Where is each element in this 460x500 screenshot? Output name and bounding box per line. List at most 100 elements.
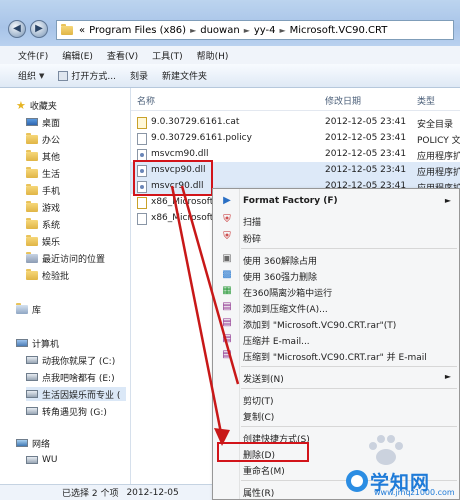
menu-item-shred[interactable]: ⛨ 粉碎: [213, 229, 459, 245]
chevron-right-icon[interactable]: ►: [244, 26, 250, 35]
drive-icon: [26, 390, 38, 398]
nav-item-label: 桌面: [42, 118, 61, 129]
nav-favorites-label: 收藏夹: [29, 101, 57, 112]
nav-network-item-label: WU: [42, 455, 58, 465]
menu-item-force-delete[interactable]: ▩ 使用 360强力删除: [213, 267, 459, 283]
breadcrumb-duowan[interactable]: duowan: [200, 25, 239, 36]
file-date: 2012-12-05 23:41: [325, 117, 407, 127]
menu-separator: [241, 248, 457, 249]
nav-item-system[interactable]: 系统: [26, 217, 60, 231]
nav-item-office[interactable]: 办公: [26, 132, 60, 146]
new-folder-button[interactable]: 新建文件夹: [162, 69, 207, 82]
navigation-pane: ★ 收藏夹 桌面 办公 其他 生活 手机 游戏 系统 娱乐 最近访问的位置 检验…: [0, 88, 131, 484]
menu-item-compress-email[interactable]: ▤ 压缩并 E-mail...: [213, 331, 459, 347]
menu-item-label: 在360隔离沙箱中运行: [243, 289, 333, 299]
nav-network-wu[interactable]: WU: [26, 453, 58, 467]
winrar-icon: ▤: [222, 349, 232, 360]
new-folder-label: 新建文件夹: [162, 72, 208, 82]
menu-separator: [241, 388, 457, 389]
file-type: 应用程序扩: [417, 168, 460, 178]
nav-item-life[interactable]: 生活: [26, 166, 60, 180]
nav-drive-e[interactable]: 点我吧啥都有 (E:): [26, 370, 115, 384]
nav-library[interactable]: 库: [16, 302, 41, 316]
chevron-right-icon[interactable]: ►: [279, 26, 285, 35]
nav-item-other[interactable]: 其他: [26, 149, 60, 163]
menu-item-add-to-rar[interactable]: ▤ 添加到 "Microsoft.VC90.CRT.rar"(T): [213, 315, 459, 331]
breadcrumb-current[interactable]: Microsoft.VC90.CRT: [290, 25, 388, 36]
nav-drive-g[interactable]: 转角遇见狗 (G:): [26, 404, 107, 418]
nav-item-phone[interactable]: 手机: [26, 183, 60, 197]
file-date: 2012-12-05 23:41: [325, 165, 407, 175]
selection-count: 已选择 2 个项: [62, 489, 119, 499]
format-factory-icon: ▶: [223, 195, 231, 206]
menu-item-copy[interactable]: 复制(C): [213, 407, 459, 423]
nav-item-label: 检验批: [42, 271, 70, 282]
nav-item-desktop[interactable]: 桌面: [26, 115, 60, 129]
breadcrumb-overflow[interactable]: «: [79, 25, 85, 36]
explorer-window: ◀ ▶ « Program Files (x86) ► duowan ► yy-…: [0, 0, 460, 500]
burn-label: 刻录: [130, 72, 149, 82]
nav-item-recent[interactable]: 最近访问的位置: [26, 251, 105, 265]
address-bar[interactable]: « Program Files (x86) ► duowan ► yy-4 ► …: [56, 20, 454, 40]
menu-item-add-archive[interactable]: ▤ 添加到压缩文件(A)...: [213, 299, 459, 315]
nav-computer[interactable]: 计算机: [16, 336, 59, 350]
nav-item-label: 手机: [42, 186, 61, 197]
menu-item-cut[interactable]: 剪切(T): [213, 391, 459, 407]
nav-drive-c[interactable]: 动我你就屎了 (C:): [26, 353, 115, 367]
menu-view[interactable]: 查看(V): [107, 49, 138, 62]
desktop-icon: [26, 118, 38, 126]
unlock-icon: ▣: [222, 253, 232, 264]
menu-item-label: 属性(R): [243, 489, 275, 499]
menu-item-unlock[interactable]: ▣ 使用 360解除占用: [213, 251, 459, 267]
open-with-button[interactable]: 打开方式...: [58, 69, 116, 82]
drive-icon: [26, 373, 38, 381]
nav-item-entertainment[interactable]: 娱乐: [26, 234, 60, 248]
menu-item-label: 压缩到 "Microsoft.VC90.CRT.rar" 并 E-mail: [243, 353, 427, 363]
menu-item-label: 扫描: [243, 218, 262, 228]
menu-item-compress-rar-email[interactable]: ▤ 压缩到 "Microsoft.VC90.CRT.rar" 并 E-mail: [213, 347, 459, 363]
forward-button[interactable]: ▶: [30, 20, 48, 38]
certificate-file-icon: [137, 117, 147, 129]
menu-item-scan[interactable]: ⛨ 扫描: [213, 212, 459, 228]
menu-file[interactable]: 文件(F): [18, 49, 48, 62]
file-row[interactable]: 9.0.30729.6161.policy 2012-12-05 23:41 P…: [131, 130, 460, 146]
breadcrumb-yy4[interactable]: yy-4: [254, 25, 276, 36]
menu-item-sandbox[interactable]: ▦ 在360隔离沙箱中运行: [213, 283, 459, 299]
file-name: 9.0.30729.6161.cat: [151, 117, 240, 127]
nav-item-inspection[interactable]: 检验批: [26, 268, 69, 282]
menu-item-label: 使用 360强力删除: [243, 273, 318, 283]
organize-button[interactable]: 组织 ▼: [18, 69, 44, 83]
winrar-icon: ▤: [222, 333, 232, 344]
column-date[interactable]: 修改日期: [325, 94, 361, 107]
shield-icon: ⛨: [223, 231, 231, 242]
context-menu: ▶ Format Factory (F) ► ⛨ 扫描 ⛨ 粉碎 ▣ 使用 36…: [212, 188, 460, 500]
open-with-icon: [58, 70, 69, 81]
file-name: 9.0.30729.6161.policy: [151, 133, 252, 143]
nav-item-label: 生活: [42, 169, 61, 180]
menu-tools[interactable]: 工具(T): [152, 49, 183, 62]
menu-item-format-factory[interactable]: ▶ Format Factory (F) ►: [213, 193, 459, 209]
nav-drive-label: 生活因娱乐而专业 (: [42, 390, 121, 401]
nav-favorites[interactable]: ★ 收藏夹: [16, 98, 57, 112]
nav-network[interactable]: 网络: [16, 436, 50, 450]
chevron-right-icon: ►: [444, 372, 451, 381]
chevron-right-icon[interactable]: ►: [190, 26, 196, 35]
nav-computer-label: 计算机: [32, 339, 60, 350]
paw-watermark-icon: [369, 435, 403, 465]
menu-edit[interactable]: 编辑(E): [62, 49, 93, 62]
file-type: 安全目录: [417, 120, 454, 130]
file-type: 应用程序扩: [417, 152, 460, 162]
file-row[interactable]: 9.0.30729.6161.cat 2012-12-05 23:41 安全目录: [131, 114, 460, 130]
column-name[interactable]: 名称: [137, 94, 155, 107]
burn-button[interactable]: 刻录: [130, 69, 148, 82]
menu-item-label: 使用 360解除占用: [243, 257, 318, 267]
menu-item-send-to[interactable]: 发送到(N) ►: [213, 369, 459, 385]
file-icon: [137, 133, 147, 145]
menu-help[interactable]: 帮助(H): [197, 49, 229, 62]
nav-drive-f[interactable]: 生活因娱乐而专业 (: [26, 387, 126, 401]
column-type[interactable]: 类型: [417, 94, 435, 107]
back-button[interactable]: ◀: [8, 20, 26, 38]
breadcrumb-program-files[interactable]: Program Files (x86): [89, 25, 186, 36]
nav-item-games[interactable]: 游戏: [26, 200, 60, 214]
menu-item-label: 重命名(M): [243, 467, 285, 477]
